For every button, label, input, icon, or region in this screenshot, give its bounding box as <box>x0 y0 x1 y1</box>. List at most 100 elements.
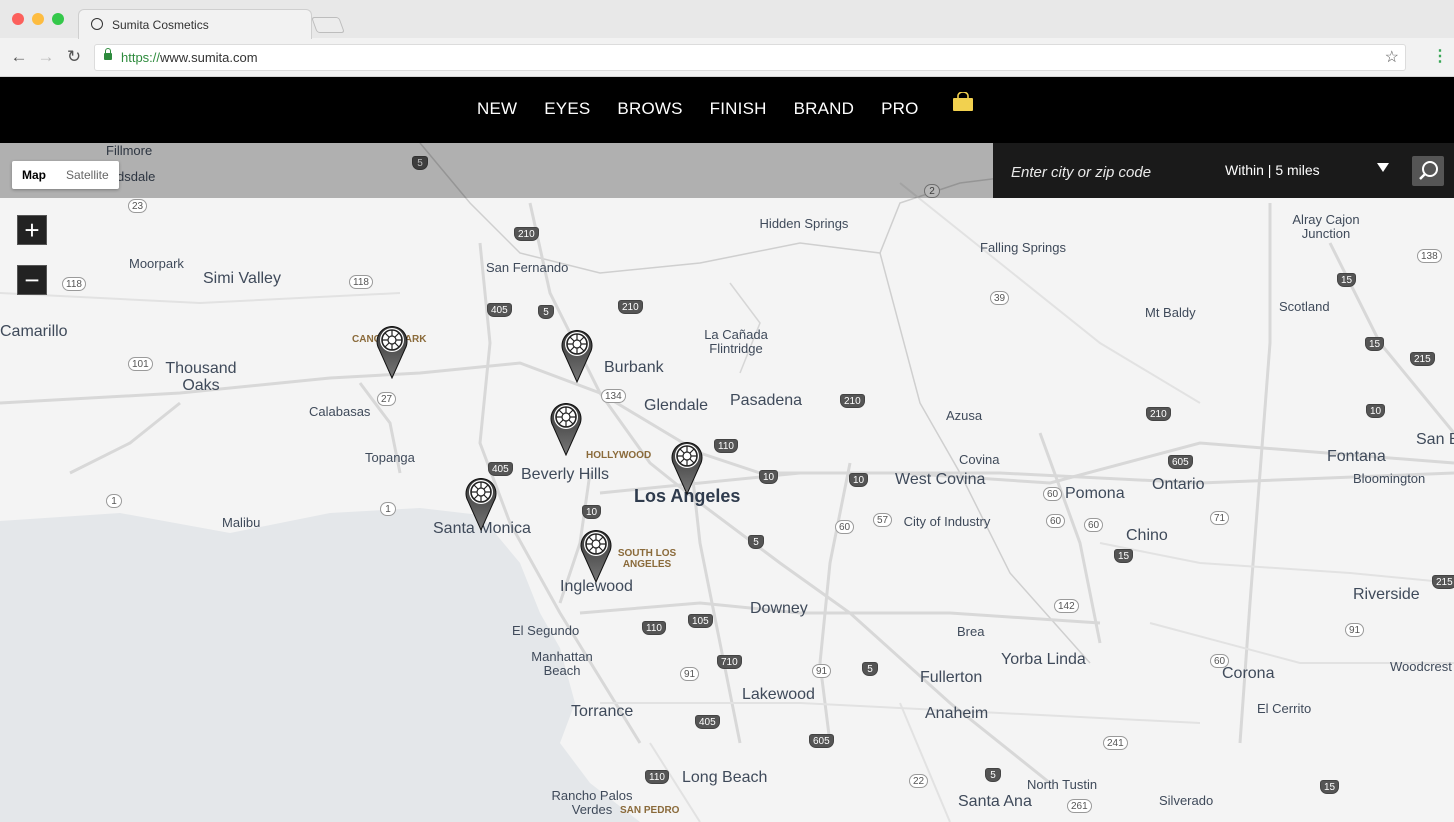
map-label: Topanga <box>365 450 415 465</box>
browser-tab[interactable]: Sumita Cosmetics <box>78 9 312 39</box>
store-location-pin-icon[interactable] <box>549 400 583 456</box>
highway-shield: 110 <box>645 770 669 784</box>
map-label: SAN PEDRO <box>620 805 680 816</box>
back-arrow-icon[interactable]: ← <box>8 46 30 68</box>
map-label: Simi Valley <box>203 270 281 287</box>
highway-shield: 710 <box>717 655 742 669</box>
map-label: San B <box>1416 431 1454 448</box>
store-search-bar: Within | 5 miles <box>993 143 1454 198</box>
map-label: Calabasas <box>309 404 371 419</box>
zoom-in-button[interactable]: + <box>17 215 47 245</box>
highway-shield: 261 <box>1067 799 1092 813</box>
lock-icon <box>104 48 112 60</box>
nav-item-pro[interactable]: PRO <box>881 99 918 119</box>
map-label: West Covina <box>895 471 986 488</box>
forward-arrow-icon[interactable]: → <box>35 46 57 68</box>
highway-shield: 105 <box>688 614 713 628</box>
nav-item-finish[interactable]: FINISH <box>710 99 767 119</box>
map-label: El Cerrito <box>1257 701 1312 716</box>
map-label: El Segundo <box>512 623 580 638</box>
map-label: Scotland <box>1279 299 1330 314</box>
shopping-bag-icon[interactable] <box>952 92 974 111</box>
reload-icon[interactable]: ↻ <box>63 46 85 68</box>
map-label: Burbank <box>604 359 664 376</box>
maximize-window-button[interactable] <box>52 13 64 25</box>
highway-shield: 57 <box>873 513 893 527</box>
highway-shield: 215 <box>1432 575 1454 589</box>
map-label: La Cañada Flintridge <box>704 327 768 356</box>
store-location-pin-icon[interactable] <box>579 527 613 583</box>
map-label: Glendale <box>644 397 709 414</box>
highway-shield: 60 <box>1084 518 1104 532</box>
chevron-down-icon[interactable] <box>1377 163 1389 172</box>
highway-shield: 118 <box>62 277 86 291</box>
highway-shield: 110 <box>714 439 738 453</box>
map-label: Long Beach <box>682 769 768 786</box>
map-type-control: Map Satellite <box>12 161 119 189</box>
highway-shield: 118 <box>349 275 373 289</box>
store-location-pin-icon[interactable] <box>670 439 704 495</box>
map-label: Woodcrest <box>1390 659 1452 674</box>
map-label: Mt Baldy <box>1145 305 1196 320</box>
search-button[interactable] <box>1412 156 1444 186</box>
store-location-pin-icon[interactable] <box>375 323 409 379</box>
close-window-button[interactable] <box>12 13 24 25</box>
zoom-out-button[interactable]: − <box>17 265 47 295</box>
map-label: Riverside <box>1353 586 1420 603</box>
map-label: North Tustin <box>1027 777 1098 792</box>
map-label: Ontario <box>1152 476 1205 493</box>
store-locator-map[interactable]: Map Satellite Within | 5 miles + − Los A… <box>0 143 1454 822</box>
highway-shield: 5 <box>862 662 878 676</box>
store-location-pin-icon[interactable] <box>560 327 594 383</box>
highway-shield: 91 <box>812 664 832 678</box>
address-bar[interactable]: https://www.sumita.com ☆ <box>94 44 1406 71</box>
map-label: Hidden Springs <box>759 216 849 231</box>
highway-shield: 22 <box>909 774 929 788</box>
map-label: Yorba Linda <box>1001 651 1086 668</box>
tab-title: Sumita Cosmetics <box>112 18 209 32</box>
map-label: Camarillo <box>0 323 68 340</box>
browser-toolbar: ← → ↻ https://www.sumita.com ☆ ⋮ <box>0 38 1454 76</box>
highway-shield: 5 <box>748 535 764 549</box>
highway-shield: 15 <box>1114 549 1134 563</box>
highway-shield: 405 <box>487 303 512 317</box>
nav-item-brows[interactable]: BROWS <box>617 99 682 119</box>
browser-chrome: Sumita Cosmetics ← → ↻ https://www.sumit… <box>0 0 1454 77</box>
highway-shield: 71 <box>1210 511 1230 525</box>
highway-shield: 23 <box>128 199 148 213</box>
minimize-window-button[interactable] <box>32 13 44 25</box>
highway-shield: 405 <box>695 715 720 729</box>
highway-shield: 5 <box>538 305 554 319</box>
nav-menu: NEW EYES BROWS FINISH BRAND PRO <box>477 99 919 119</box>
map-label: HOLLYWOOD <box>586 450 652 461</box>
map-base-layer <box>0 143 1454 822</box>
highway-shield: 27 <box>377 392 397 406</box>
map-label: Bloomington <box>1353 471 1426 486</box>
map-label: Thousand Oaks <box>165 360 237 394</box>
bookmark-star-icon[interactable]: ☆ <box>1385 47 1399 67</box>
map-label: Fullerton <box>920 669 983 686</box>
highway-shield: 15 <box>1337 273 1357 287</box>
search-icon <box>1419 161 1438 180</box>
browser-menu-icon[interactable]: ⋮ <box>1432 46 1448 66</box>
map-label: San Fernando <box>486 260 569 275</box>
highway-shield: 210 <box>618 300 643 314</box>
nav-item-eyes[interactable]: EYES <box>544 99 590 119</box>
store-location-pin-icon[interactable] <box>464 475 498 531</box>
radius-select[interactable]: Within | 5 miles <box>1225 162 1320 178</box>
highway-shield: 241 <box>1103 736 1128 750</box>
map-label: SOUTH LOS ANGELES <box>617 548 677 570</box>
url-text: https://www.sumita.com <box>121 50 258 65</box>
highway-shield: 10 <box>849 473 869 487</box>
map-label: Santa Ana <box>958 793 1032 810</box>
location-search-input[interactable] <box>1009 158 1203 186</box>
map-type-map-button[interactable]: Map <box>12 161 56 189</box>
new-tab-button[interactable] <box>311 17 345 33</box>
map-type-satellite-button[interactable]: Satellite <box>56 161 119 189</box>
nav-item-new[interactable]: NEW <box>477 99 517 119</box>
highway-shield: 15 <box>1320 780 1340 794</box>
nav-item-brand[interactable]: BRAND <box>794 99 855 119</box>
map-label: Moorpark <box>129 256 184 271</box>
map-label: Pasadena <box>730 392 803 409</box>
highway-shield: 605 <box>809 734 834 748</box>
